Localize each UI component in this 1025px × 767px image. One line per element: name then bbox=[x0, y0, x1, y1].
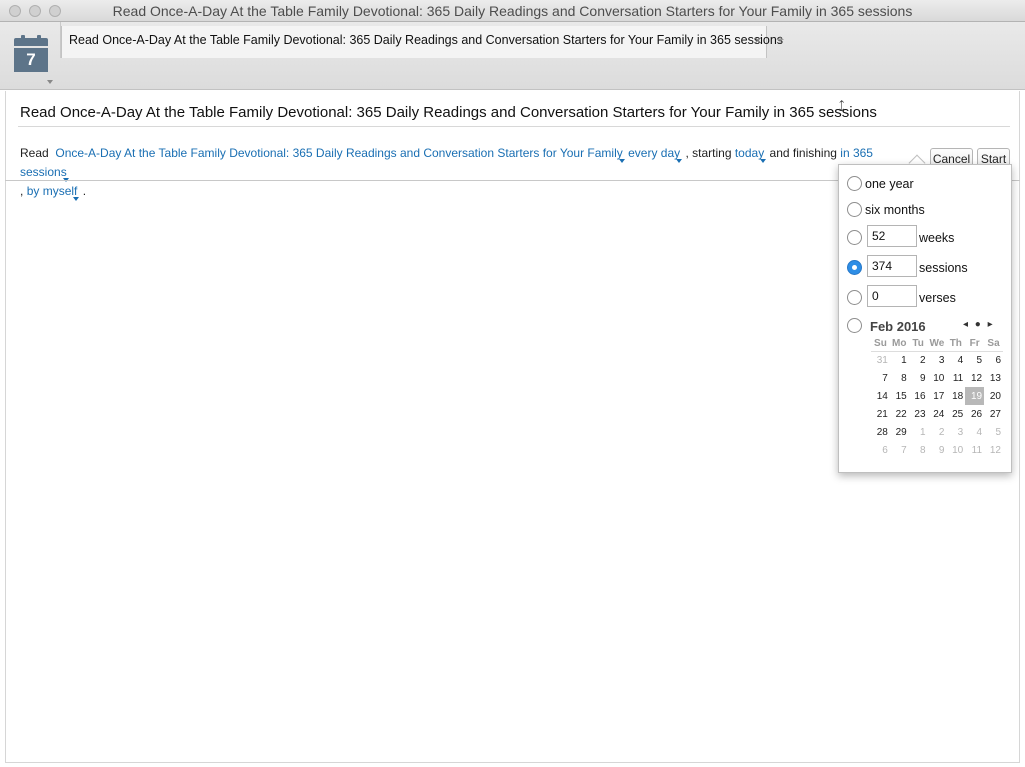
calendar-day[interactable]: 26 bbox=[965, 405, 984, 423]
radio-verses[interactable] bbox=[847, 290, 862, 305]
calendar-day[interactable]: 2 bbox=[909, 351, 928, 369]
finish-popup: one year six months weeks sessions verse… bbox=[838, 164, 1012, 473]
calendar-day[interactable]: 10 bbox=[928, 369, 947, 387]
start-date-dropdown[interactable]: today bbox=[735, 146, 767, 163]
calendar-nav[interactable]: ◂ ● ▸ bbox=[963, 319, 995, 330]
period-label: . bbox=[82, 184, 87, 198]
calendar-month-label: Feb 2016 bbox=[870, 319, 926, 334]
calendar-day[interactable]: 11 bbox=[946, 369, 965, 387]
calendar-day[interactable]: 14 bbox=[871, 387, 890, 405]
calendar-day[interactable]: 12 bbox=[965, 369, 984, 387]
participants-dropdown[interactable]: by myself bbox=[27, 184, 80, 201]
window-title: Read Once-A-Day At the Table Family Devo… bbox=[112, 3, 913, 19]
sessions-input[interactable] bbox=[867, 255, 917, 277]
finishing-label: and finishing bbox=[769, 146, 837, 160]
calendar-weekday: Th bbox=[946, 337, 966, 352]
calendar-day[interactable]: 21 bbox=[871, 405, 890, 423]
starting-label: , starting bbox=[685, 146, 732, 160]
tab-strip: 7 Read Once-A-Day At the Table Family De… bbox=[0, 22, 1025, 90]
calendar-weekday: Mo bbox=[889, 337, 909, 352]
calendar-day[interactable]: 8 bbox=[890, 369, 909, 387]
calendar-day[interactable]: 10 bbox=[946, 441, 965, 459]
calendar-day[interactable]: 18 bbox=[946, 387, 965, 405]
window-title-bar: Read Once-A-Day At the Table Family Devo… bbox=[0, 0, 1025, 22]
calendar-day[interactable]: 5 bbox=[984, 423, 1003, 441]
calendar-week: 7 8 9 10 11 12 13 bbox=[871, 369, 1003, 387]
calendar-day[interactable]: 4 bbox=[965, 423, 984, 441]
calendar-weekday: Sa bbox=[984, 337, 1003, 352]
calendar-day[interactable]: 31 bbox=[871, 351, 890, 369]
radio-six-months[interactable] bbox=[847, 202, 862, 217]
calendar-week: 31 1 2 3 4 5 6 bbox=[871, 351, 1003, 369]
tab-label: Read Once-A-Day At the Table Family Devo… bbox=[69, 33, 784, 47]
calendar-icon[interactable]: 7 bbox=[14, 35, 50, 78]
chevron-down-icon bbox=[760, 159, 767, 163]
book-dropdown[interactable]: Once-A-Day At the Table Family Devotiona… bbox=[55, 146, 625, 163]
calendar-week: 28 29 1 2 3 4 5 bbox=[871, 423, 1003, 441]
chevron-down-icon bbox=[618, 159, 625, 163]
calendar-day[interactable]: 5 bbox=[965, 351, 984, 369]
calendar-day[interactable]: 20 bbox=[984, 387, 1003, 405]
calendar-day[interactable]: 24 bbox=[928, 405, 947, 423]
frequency-dropdown[interactable]: every day bbox=[628, 146, 683, 163]
read-label: Read bbox=[20, 146, 49, 160]
verses-input[interactable] bbox=[867, 285, 917, 307]
calendar-weekday: We bbox=[927, 337, 947, 352]
calendar-day[interactable]: 13 bbox=[984, 369, 1003, 387]
calendar-grid: Su Mo Tu We Th Fr Sa 31 1 2 3 4 5 6 7 8 9 10 11 12 13 14 15 16… bbox=[871, 337, 1003, 459]
calendar-day[interactable]: 25 bbox=[946, 405, 965, 423]
calendar-day[interactable]: 7 bbox=[890, 441, 909, 459]
chevron-down-icon bbox=[73, 197, 80, 201]
calendar-day[interactable]: 8 bbox=[909, 441, 928, 459]
calendar-weekday: Fr bbox=[965, 337, 985, 352]
chevron-down-icon[interactable] bbox=[47, 80, 53, 84]
chevron-down-icon bbox=[676, 159, 683, 163]
calendar-day[interactable]: 11 bbox=[965, 441, 984, 459]
calendar-day-number: 7 bbox=[14, 48, 48, 72]
calendar-day[interactable]: 12 bbox=[984, 441, 1003, 459]
calendar-day[interactable]: 23 bbox=[909, 405, 928, 423]
calendar-day[interactable]: 17 bbox=[928, 387, 947, 405]
tab-reading-plan[interactable]: Read Once-A-Day At the Table Family Devo… bbox=[61, 26, 783, 58]
close-icon[interactable]: × bbox=[754, 33, 762, 47]
calendar-day[interactable]: 7 bbox=[871, 369, 890, 387]
calendar-week: 21 22 23 24 25 26 27 bbox=[871, 405, 1003, 423]
radio-date[interactable] bbox=[847, 318, 862, 333]
calendar-day[interactable]: 9 bbox=[909, 369, 928, 387]
calendar-day[interactable]: 1 bbox=[909, 423, 928, 441]
calendar-day[interactable]: 6 bbox=[984, 351, 1003, 369]
calendar-week: 14 15 16 17 18 19 20 bbox=[871, 387, 1003, 405]
calendar-weekday: Su bbox=[871, 337, 890, 352]
calendar-day[interactable]: 27 bbox=[984, 405, 1003, 423]
radio-sessions[interactable] bbox=[847, 260, 862, 275]
comma-label: , bbox=[20, 184, 24, 198]
page-title: Read Once-A-Day At the Table Family Devo… bbox=[20, 104, 877, 121]
calendar-day[interactable]: 9 bbox=[928, 441, 947, 459]
calendar-day[interactable]: 4 bbox=[946, 351, 965, 369]
calendar-day[interactable]: 16 bbox=[909, 387, 928, 405]
calendar-day[interactable]: 3 bbox=[928, 351, 947, 369]
radio-weeks[interactable] bbox=[847, 230, 862, 245]
calendar-day[interactable]: 2 bbox=[928, 423, 947, 441]
radio-one-year[interactable] bbox=[847, 176, 862, 191]
calendar-day[interactable]: 6 bbox=[871, 441, 890, 459]
calendar-day[interactable]: 29 bbox=[890, 423, 909, 441]
calendar-week: 6 7 8 9 10 11 12 bbox=[871, 441, 1003, 459]
plan-sentence: Read Once-A-Day At the Table Family Devo… bbox=[20, 144, 920, 201]
calendar-day[interactable]: 1 bbox=[890, 351, 909, 369]
calendar-day[interactable]: 22 bbox=[890, 405, 909, 423]
calendar-day[interactable]: 15 bbox=[890, 387, 909, 405]
calendar-day[interactable]: 28 bbox=[871, 423, 890, 441]
add-tab-button[interactable]: + bbox=[776, 31, 784, 47]
calendar-weekday: Tu bbox=[908, 337, 928, 352]
calendar-day[interactable]: 3 bbox=[946, 423, 965, 441]
calendar-day[interactable]: 19 bbox=[965, 387, 985, 405]
weeks-input[interactable] bbox=[867, 225, 917, 247]
divider bbox=[18, 126, 1010, 127]
